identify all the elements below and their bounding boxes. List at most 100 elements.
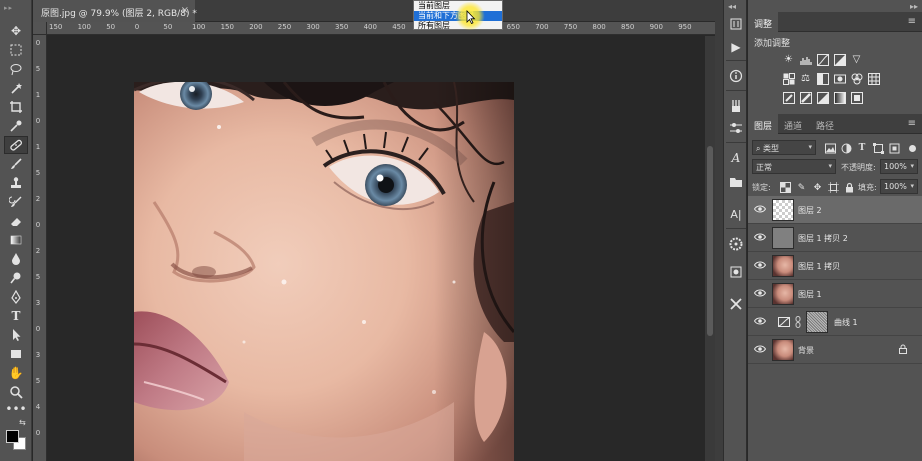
blur-tool-icon[interactable] [4,250,28,268]
lock-all-icon[interactable] [844,182,855,193]
gradient-map-icon[interactable] [833,91,846,104]
document-image[interactable] [134,82,514,461]
toolbar-grip[interactable]: ▸▸ [4,4,28,12]
tools-panel: ▸▸ ✥ T ✋ ••• ⇆ [0,0,32,461]
layer-row[interactable]: 背景 [748,336,922,364]
healing-brush-tool-icon[interactable] [4,136,28,154]
gradient-tool-icon[interactable] [4,231,28,249]
swap-colors-icon[interactable]: ⇆ [19,418,26,427]
layers-panel-menu-icon[interactable]: ≡ [908,118,916,129]
lock-image-pixels-icon[interactable]: ✎ [796,182,807,193]
visibility-eye-icon[interactable] [754,204,766,214]
close-tab-icon[interactable]: × [181,5,189,16]
filter-type-layers-icon[interactable]: T [856,142,868,154]
filter-pixel-layers-icon[interactable] [824,142,836,154]
mask-link-icon[interactable] [795,316,801,328]
lock-position-icon[interactable]: ✥ [812,182,823,193]
clone-stamp-tool-icon[interactable] [4,174,28,192]
hand-tool-icon[interactable]: ✋ [4,364,28,382]
tab-adjustments[interactable]: 调整 [748,12,779,32]
dodge-tool-icon[interactable] [4,269,28,287]
channel-mixer-icon[interactable] [850,72,863,85]
tool-presets-panel-icon[interactable] [726,294,746,314]
type-tool-icon[interactable]: T [4,307,28,325]
history-brush-tool-icon[interactable] [4,193,28,211]
marquee-tool-icon[interactable] [4,41,28,59]
brush-settings-panel-icon[interactable] [726,96,746,116]
crop-tool-icon[interactable] [4,98,28,116]
black-white-icon[interactable] [816,72,829,85]
visibility-eye-icon[interactable] [754,288,766,298]
foreground-color-swatch[interactable] [6,430,19,443]
filter-adjustment-layers-icon[interactable] [840,142,852,154]
filter-shape-layers-icon[interactable] [872,142,884,154]
color-balance-icon[interactable]: ⚖ [799,72,812,85]
lock-artboard-icon[interactable] [828,182,839,193]
libraries-panel-icon[interactable] [726,172,746,192]
layer-row[interactable]: 图层 1 拷贝 2 [748,224,922,252]
eraser-tool-icon[interactable] [4,212,28,230]
layer-row[interactable]: 曲线 1 [748,308,922,336]
adjustments-panel-menu-icon[interactable]: ≡ [908,16,916,27]
filter-smart-objects-icon[interactable] [888,142,900,154]
rectangle-tool-icon[interactable] [4,345,28,363]
visibility-eye-icon[interactable] [754,232,766,242]
collapse-strip-icon[interactable]: ◂◂ [728,2,736,11]
document-tab-title: 原图.jpg @ 79.9% (图层 2, RGB/8) * [41,9,197,19]
paragraph-panel-icon[interactable]: A| [726,204,746,224]
hue-saturation-icon[interactable] [782,72,795,85]
canvas-vertical-scrollbar[interactable] [705,36,715,461]
layer-row[interactable]: 图层 1 [748,280,922,308]
visibility-eye-icon[interactable] [754,316,766,326]
ruler-tick-label: 400 [363,23,377,31]
brush-presets-panel-icon[interactable] [726,118,746,138]
filter-toggle-icon[interactable] [906,142,918,154]
horizontal-ruler[interactable]: 1501005005010015020025030035040045050055… [47,22,715,35]
move-tool-icon[interactable]: ✥ [4,22,28,40]
posterize-icon[interactable] [799,91,812,104]
exposure-icon[interactable] [833,53,846,66]
ruler-tick-label: 100 [77,23,91,31]
info-panel-icon[interactable] [726,66,746,86]
more-tools-icon[interactable]: ••• [4,400,28,418]
collapse-panels-icon[interactable]: ▸▸ [910,2,918,11]
color-wheel-panel-icon[interactable] [726,234,746,254]
selective-color-icon[interactable] [850,91,863,104]
path-selection-tool-icon[interactable] [4,326,28,344]
history-panel-icon[interactable] [726,14,746,34]
brightness-contrast-icon[interactable]: ☀ [782,53,795,66]
tab-layers[interactable]: 图层 [748,114,779,134]
color-lookup-icon[interactable] [867,72,880,85]
layer-filter-kind-select[interactable]: ⌕ 类型 ▾ [752,140,816,155]
opacity-field[interactable]: 100% ▾ [880,159,918,174]
lock-transparent-pixels-icon[interactable] [780,182,791,193]
blend-mode-select[interactable]: 正常 ▾ [752,159,836,174]
document-tab[interactable]: 原图.jpg @ 79.9% (图层 2, RGB/8) * × [33,0,197,22]
layer-mask-thumbnail[interactable] [806,311,828,333]
visibility-eye-icon[interactable] [754,344,766,354]
tab-paths[interactable]: 路径 [810,114,840,134]
levels-icon[interactable] [799,53,812,66]
ruler-origin[interactable] [33,22,47,35]
brush-tool-icon[interactable] [4,155,28,173]
tab-channels[interactable]: 通道 [778,114,808,134]
layer-row[interactable]: 图层 2 [748,196,922,224]
scrollbar-thumb[interactable] [707,146,713,336]
curves-icon[interactable] [816,53,829,66]
vibrance-icon[interactable]: ▽ [850,53,863,66]
pen-tool-icon[interactable] [4,288,28,306]
quick-selection-tool-icon[interactable] [4,79,28,97]
adjustments-panel-icon[interactable] [726,262,746,282]
threshold-icon[interactable] [816,91,829,104]
eyedropper-tool-icon[interactable] [4,117,28,135]
actions-panel-icon[interactable]: ▶ [726,37,746,57]
vertical-ruler[interactable]: 0510152025303540 [33,35,47,461]
photo-filter-icon[interactable] [833,72,846,85]
fill-field[interactable]: 100% ▾ [880,179,918,194]
character-panel-icon[interactable]: A [726,148,746,168]
lasso-tool-icon[interactable] [4,60,28,78]
zoom-tool-icon[interactable] [4,383,28,401]
invert-icon[interactable] [782,91,795,104]
visibility-eye-icon[interactable] [754,260,766,270]
layer-row[interactable]: 图层 1 拷贝 [748,252,922,280]
